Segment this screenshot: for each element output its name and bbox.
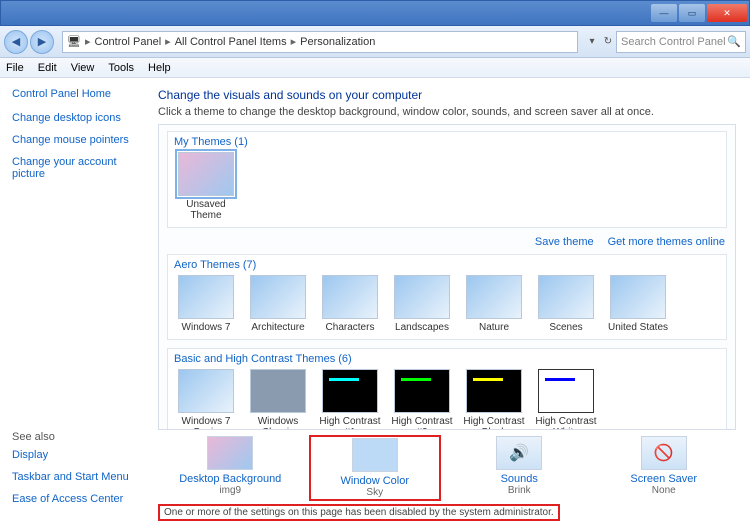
theme-item[interactable]: Architecture	[246, 275, 310, 333]
theme-item[interactable]: High Contrast #1	[318, 369, 382, 430]
window-color-icon	[352, 438, 398, 472]
refresh-button[interactable]: ↻	[600, 36, 616, 47]
sidebar-link-account-picture[interactable]: Change your account picture	[12, 156, 138, 180]
theme-item[interactable]: Windows 7	[174, 275, 238, 333]
screen-saver-icon: 🚫	[641, 436, 687, 470]
group-my-themes: My Themes (1) Unsaved Theme	[167, 131, 727, 228]
maximize-button[interactable]: ▭	[679, 4, 705, 22]
theme-item[interactable]: High Contrast #2	[390, 369, 454, 430]
sidebar: Control Panel Home Change desktop icons …	[0, 78, 150, 525]
theme-item[interactable]: Characters	[318, 275, 382, 333]
menu-bar: File Edit View Tools Help	[0, 58, 750, 78]
bottom-settings: Desktop Background img9 Window Color Sky…	[158, 430, 736, 502]
sidebar-link-taskbar[interactable]: Taskbar and Start Menu	[12, 471, 138, 483]
group-title: Basic and High Contrast Themes (6)	[174, 353, 720, 365]
group-aero-themes: Aero Themes (7) Windows 7 Architecture C…	[167, 254, 727, 340]
theme-item[interactable]: Windows Classic	[246, 369, 310, 430]
theme-item[interactable]: Landscapes	[390, 275, 454, 333]
menu-edit[interactable]: Edit	[38, 62, 57, 74]
see-also-label: See also	[12, 431, 138, 443]
theme-item[interactable]: Unsaved Theme	[174, 152, 238, 221]
theme-item[interactable]: Windows 7 Basic	[174, 369, 238, 430]
crumb[interactable]: Control Panel	[95, 36, 162, 48]
close-button[interactable]: ✕	[707, 4, 747, 22]
theme-thumb	[178, 152, 234, 196]
nav-bar: ◀ ▶ 🖥 ▸ Control Panel ▸ All Control Pane…	[0, 26, 750, 58]
window-color-setting[interactable]: Window Color Sky	[310, 436, 440, 500]
admin-warning: One or more of the settings on this page…	[158, 504, 560, 521]
sounds-setting[interactable]: 🔊 Sounds Brink	[454, 436, 584, 500]
theme-item[interactable]: United States	[606, 275, 670, 333]
sounds-icon: 🔊	[496, 436, 542, 470]
main-content: Change the visuals and sounds on your co…	[150, 78, 750, 525]
theme-item[interactable]: Scenes	[534, 275, 598, 333]
breadcrumb-icon: 🖥	[67, 35, 81, 48]
save-theme-link[interactable]: Save theme	[535, 236, 594, 248]
minimize-button[interactable]: —	[651, 4, 677, 22]
search-input[interactable]: Search Control Panel 🔍	[616, 31, 746, 53]
screen-saver-setting[interactable]: 🚫 Screen Saver None	[599, 436, 729, 500]
desktop-bg-icon	[207, 436, 253, 470]
breadcrumb[interactable]: 🖥 ▸ Control Panel ▸ All Control Panel It…	[62, 31, 578, 53]
menu-tools[interactable]: Tools	[108, 62, 134, 74]
group-title: My Themes (1)	[174, 136, 720, 148]
page-subheading: Click a theme to change the desktop back…	[158, 106, 736, 118]
crumb[interactable]: Personalization	[300, 36, 375, 48]
sidebar-home[interactable]: Control Panel Home	[12, 88, 138, 100]
menu-file[interactable]: File	[6, 62, 24, 74]
group-basic-themes: Basic and High Contrast Themes (6) Windo…	[167, 348, 727, 430]
search-icon: 🔍	[727, 35, 741, 48]
forward-button[interactable]: ▶	[30, 30, 54, 54]
sidebar-link-mouse-pointers[interactable]: Change mouse pointers	[12, 134, 138, 146]
history-dropdown[interactable]: ▾	[584, 36, 600, 47]
themes-panel: My Themes (1) Unsaved Theme Save theme G…	[158, 124, 736, 430]
sidebar-link-ease-of-access[interactable]: Ease of Access Center	[12, 493, 138, 505]
theme-item[interactable]: High Contrast White	[534, 369, 598, 430]
group-title: Aero Themes (7)	[174, 259, 720, 271]
desktop-background-setting[interactable]: Desktop Background img9	[165, 436, 295, 500]
crumb[interactable]: All Control Panel Items	[175, 36, 287, 48]
sidebar-link-desktop-icons[interactable]: Change desktop icons	[12, 112, 138, 124]
title-bar: — ▭ ✕	[0, 0, 750, 26]
menu-view[interactable]: View	[71, 62, 95, 74]
menu-help[interactable]: Help	[148, 62, 171, 74]
sidebar-link-display[interactable]: Display	[12, 449, 138, 461]
theme-item[interactable]: Nature	[462, 275, 526, 333]
back-button[interactable]: ◀	[4, 30, 28, 54]
more-themes-link[interactable]: Get more themes online	[608, 236, 725, 248]
theme-item[interactable]: High Contrast Black	[462, 369, 526, 430]
page-heading: Change the visuals and sounds on your co…	[158, 88, 736, 102]
